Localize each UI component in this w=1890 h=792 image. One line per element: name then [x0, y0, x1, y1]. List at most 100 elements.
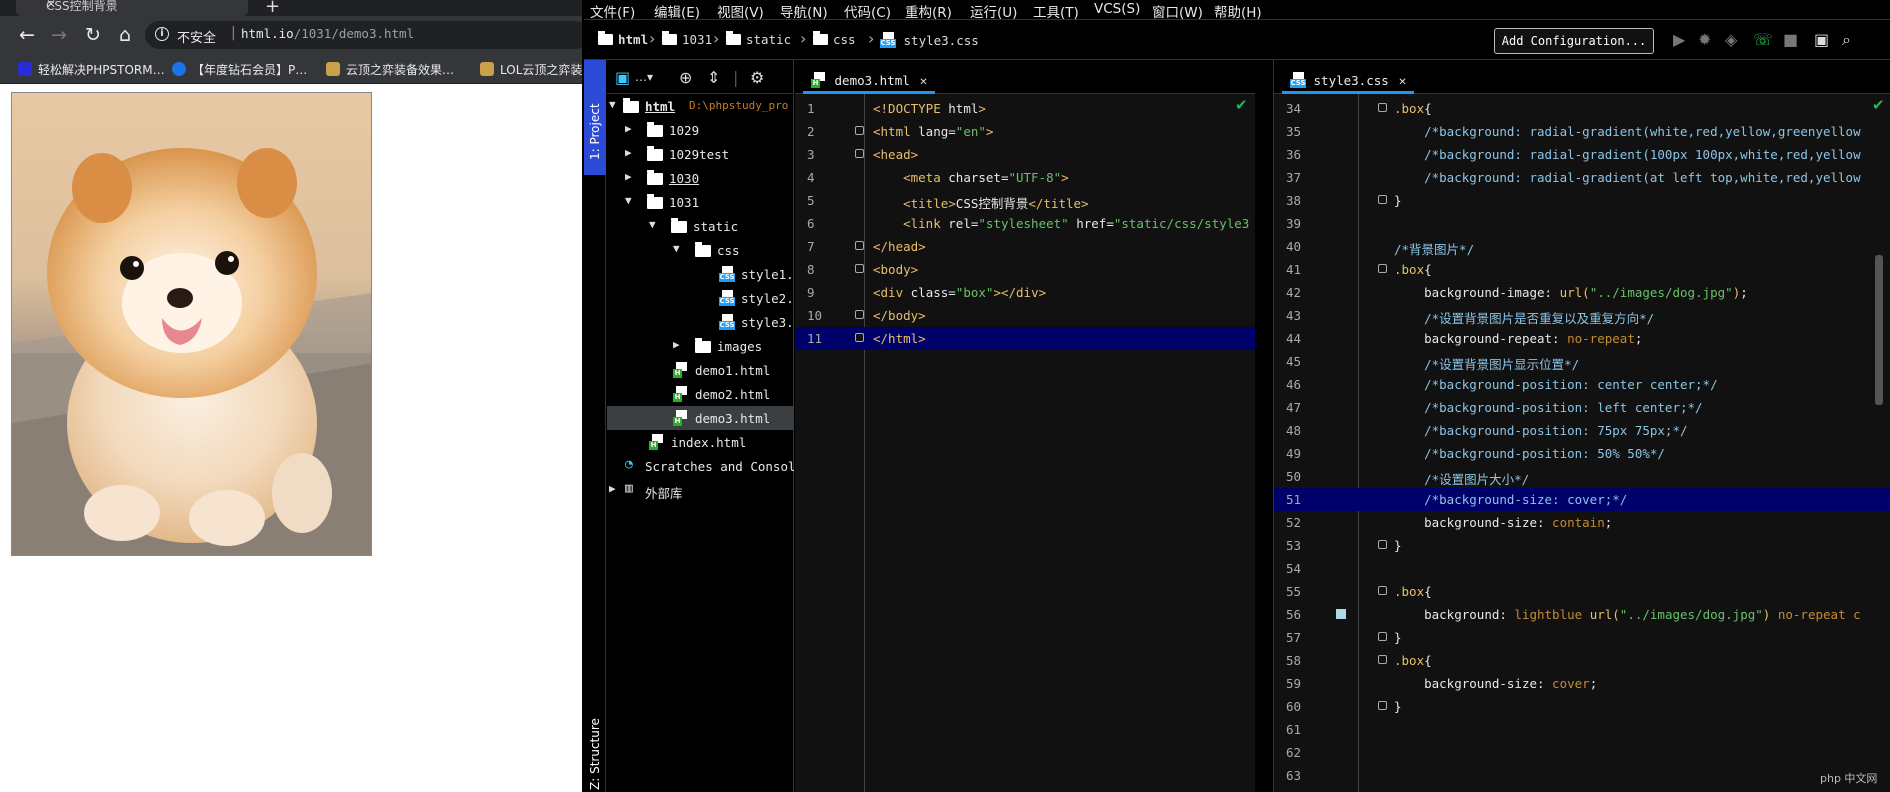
code-line[interactable]: 43 /*设置背景图片是否重复以及重复方向*/ — [1274, 304, 1890, 327]
close-icon[interactable]: ✕ — [46, 0, 56, 11]
menu-edit[interactable]: 编辑(E) — [654, 1, 700, 21]
code-line[interactable]: 51 /*background-size: cover;*/ — [1274, 488, 1890, 511]
code-line[interactable]: 8 <body> — [795, 258, 1255, 281]
code-line[interactable]: 50 /*设置图片大小*/ — [1274, 465, 1890, 488]
code-line[interactable]: 7 </head> — [795, 235, 1255, 258]
code-line[interactable]: 60} — [1274, 695, 1890, 718]
breadcrumb-1031[interactable]: 1031 — [662, 31, 712, 47]
project-tool-tab[interactable]: 1: Project — [584, 60, 606, 175]
fold-marker-icon[interactable] — [1378, 655, 1387, 664]
fold-marker-icon[interactable] — [855, 149, 864, 158]
menu-tools[interactable]: 工具(T) — [1033, 1, 1079, 21]
menu-refactor[interactable]: 重构(R) — [905, 1, 952, 21]
fold-marker-icon[interactable] — [1378, 632, 1387, 641]
code-line[interactable]: 3 <head> — [795, 143, 1255, 166]
collapse-all-icon[interactable]: ⇕ — [707, 68, 720, 87]
code-line[interactable]: 54 — [1274, 557, 1890, 580]
code-line[interactable]: 63 — [1274, 764, 1890, 787]
breadcrumb-css[interactable]: css — [813, 31, 856, 47]
code-line[interactable]: 40 /*背景图片*/ — [1274, 235, 1890, 258]
fold-marker-icon[interactable] — [1378, 103, 1387, 112]
menu-view[interactable]: 视图(V) — [717, 1, 764, 21]
stop-icon[interactable]: ■ — [1783, 30, 1798, 49]
tree-item-demo3[interactable]: H demo3.html — [607, 406, 794, 430]
code-line[interactable]: 52 background-size: contain; — [1274, 511, 1890, 534]
search-icon[interactable]: ⌕ — [1842, 30, 1851, 50]
code-line[interactable]: 35 /*background: radial-gradient(white,r… — [1274, 120, 1890, 143]
tree-item-html[interactable]: ▼ html D:\phpstudy_pro — [607, 94, 794, 118]
menu-vcs[interactable]: VCS(S) — [1094, 1, 1140, 17]
menu-window[interactable]: 窗口(W) — [1152, 1, 1203, 21]
breadcrumb-style3[interactable]: CSS style3.css — [880, 32, 979, 48]
address-bar[interactable]: i 不安全 | html.io/1031/demo3.html — [145, 21, 582, 49]
code-line[interactable]: 1 <!DOCTYPE html> — [795, 97, 1255, 120]
add-configuration-button[interactable]: Add Configuration... — [1494, 28, 1654, 54]
bookmark-item[interactable]: 云顶之弈装备效果… — [326, 61, 454, 78]
code-line[interactable]: 41 .box{ — [1274, 258, 1890, 281]
code-line[interactable]: 6 <link rel="stylesheet" href="static/cs… — [795, 212, 1255, 235]
menu-run[interactable]: 运行(U) — [970, 1, 1017, 21]
fold-marker-icon[interactable] — [855, 264, 864, 273]
chevron-right-icon[interactable]: ▶ — [625, 170, 632, 183]
tree-item-1029[interactable]: ▶ 1029 — [607, 118, 794, 142]
code-line[interactable]: 9 <div class="box"></div> — [795, 281, 1255, 304]
color-swatch-icon[interactable] — [1336, 609, 1346, 619]
code-line[interactable]: 42 background-image: url("../images/dog.… — [1274, 281, 1890, 304]
code-line[interactable]: 44 background-repeat: no-repeat; — [1274, 327, 1890, 350]
breadcrumb-html[interactable]: html — [598, 31, 648, 47]
code-line[interactable]: 39 — [1274, 212, 1890, 235]
code-line[interactable]: 49 /*background-position: 50% 50%*/ — [1274, 442, 1890, 465]
tree-item-1031[interactable]: ▼ 1031 — [607, 190, 794, 214]
chevron-down-icon[interactable]: ▼ — [625, 194, 632, 207]
code-line[interactable]: 37 /*background: radial-gradient(at left… — [1274, 166, 1890, 189]
back-icon[interactable]: ← — [14, 22, 40, 48]
fold-marker-icon[interactable] — [1378, 540, 1387, 549]
code-line[interactable]: 38} — [1274, 189, 1890, 212]
tree-item-1030[interactable]: ▶ 1030 — [607, 166, 794, 190]
fold-marker-icon[interactable] — [1378, 701, 1387, 710]
code-line[interactable]: 53} — [1274, 534, 1890, 557]
code-line[interactable]: 2 <html lang="en"> — [795, 120, 1255, 143]
view-mode-icon[interactable]: ▣ — [615, 68, 630, 87]
tree-item-static[interactable]: ▼ static — [607, 214, 794, 238]
menu-help[interactable]: 帮助(H) — [1214, 1, 1262, 21]
tree-item-index[interactable]: H index.html — [607, 430, 794, 454]
structure-tool-tab[interactable]: Z: Structure — [588, 718, 602, 790]
menu-code[interactable]: 代码(C) — [844, 1, 891, 21]
fold-marker-icon[interactable] — [855, 333, 864, 342]
tree-item-external-libraries[interactable]: ▶ ▥ 外部库 — [607, 478, 794, 502]
fold-marker-icon[interactable] — [855, 310, 864, 319]
code-line[interactable]: 55 .box{ — [1274, 580, 1890, 603]
terminal-icon[interactable]: ▣ — [1814, 30, 1829, 49]
code-line[interactable]: 5 <title>CSS控制背景</title> — [795, 189, 1255, 212]
code-line[interactable]: 34 .box{ — [1274, 97, 1890, 120]
chevron-right-icon[interactable]: ▶ — [673, 338, 680, 351]
tree-item-demo1[interactable]: H demo1.html — [607, 358, 794, 382]
chevron-down-icon[interactable]: ▼ — [649, 218, 656, 231]
html-editor[interactable]: H demo3.html ✕ 1 <!DOCTYPE html> 2 <html lan… — [795, 60, 1255, 792]
css-editor[interactable]: CSS style3.css ✕ 34 .box{35 /*background: … — [1273, 60, 1890, 792]
code-line[interactable]: 45 /*设置背景图片显示位置*/ — [1274, 350, 1890, 373]
bookmark-item[interactable]: LOL云顶之弈装… — [480, 61, 582, 78]
tree-item-style2[interactable]: CSS style2.c — [607, 286, 794, 310]
menu-file[interactable]: 文件(F) — [590, 1, 635, 21]
tree-item-css[interactable]: ▼ css — [607, 238, 794, 262]
code-line[interactable]: 47 /*background-position: left center;*/ — [1274, 396, 1890, 419]
tree-item-images[interactable]: ▶ images — [607, 334, 794, 358]
chevron-down-icon[interactable]: ▼ — [609, 98, 616, 111]
code-line[interactable]: 56 background: lightblue url("../images/… — [1274, 603, 1890, 626]
close-icon[interactable]: ✕ — [920, 73, 928, 88]
close-icon[interactable]: ✕ — [1399, 73, 1407, 88]
code-line[interactable]: 36 /*background: radial-gradient(100px 1… — [1274, 143, 1890, 166]
run-icon[interactable]: ▶ — [1673, 30, 1685, 49]
fold-marker-icon[interactable] — [1378, 195, 1387, 204]
menu-navigate[interactable]: 导航(N) — [780, 1, 828, 21]
coverage-icon[interactable]: ◈ — [1725, 30, 1737, 49]
bookmark-item[interactable]: 轻松解决PHPSTORM… — [18, 61, 165, 78]
reload-icon[interactable]: ↻ — [80, 22, 106, 48]
code-line[interactable]: 61 — [1274, 718, 1890, 741]
tab-style3-css[interactable]: CSS style3.css ✕ — [1282, 66, 1415, 94]
debug-icon[interactable]: ✹ — [1698, 30, 1711, 49]
fold-marker-icon[interactable] — [855, 126, 864, 135]
chevron-down-icon[interactable]: ▼ — [673, 242, 680, 255]
